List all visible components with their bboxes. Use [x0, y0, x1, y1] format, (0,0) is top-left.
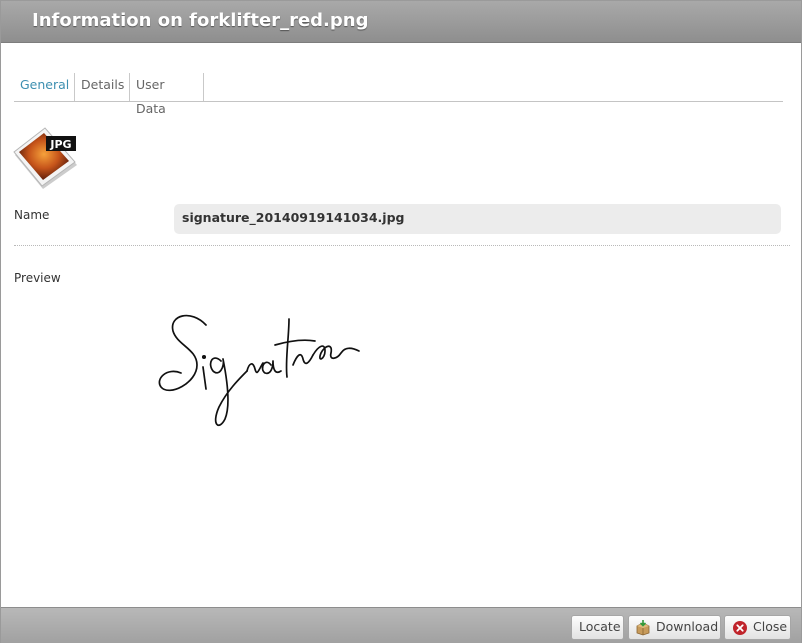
tab-user-data[interactable]: User Data — [130, 73, 204, 116]
file-information-dialog: Information on forklifter_red.png Genera… — [0, 0, 802, 643]
tab-details-label: Details — [81, 77, 125, 92]
close-icon — [733, 621, 747, 635]
tab-details[interactable]: Details — [75, 73, 130, 101]
name-label: Name — [14, 208, 50, 222]
close-button-label: Close — [753, 619, 788, 634]
dialog-title: Information on forklifter_red.png — [32, 10, 369, 31]
locate-button-label: Locate — [579, 619, 621, 634]
download-button[interactable]: Download — [628, 615, 721, 640]
signature-preview-image — [158, 314, 360, 427]
tab-user-data-label: User Data — [136, 77, 166, 116]
tab-general[interactable]: General — [14, 73, 75, 101]
name-value-field: signature_20140919141034.jpg — [174, 204, 781, 234]
section-divider — [14, 245, 790, 246]
download-package-icon — [636, 620, 650, 636]
tab-general-label: General — [20, 77, 70, 92]
jpg-badge-text: JPG — [49, 138, 71, 151]
dialog-footer: Locate Download Close — [1, 607, 801, 643]
preview-label: Preview — [14, 271, 61, 285]
locate-button[interactable]: Locate — [571, 615, 624, 640]
tab-bar: General Details User Data — [14, 73, 783, 116]
download-button-label: Download — [656, 619, 719, 634]
jpg-file-icon: JPG — [13, 127, 77, 189]
dialog-titlebar[interactable]: Information on forklifter_red.png — [1, 1, 801, 43]
close-button[interactable]: Close — [724, 615, 791, 640]
